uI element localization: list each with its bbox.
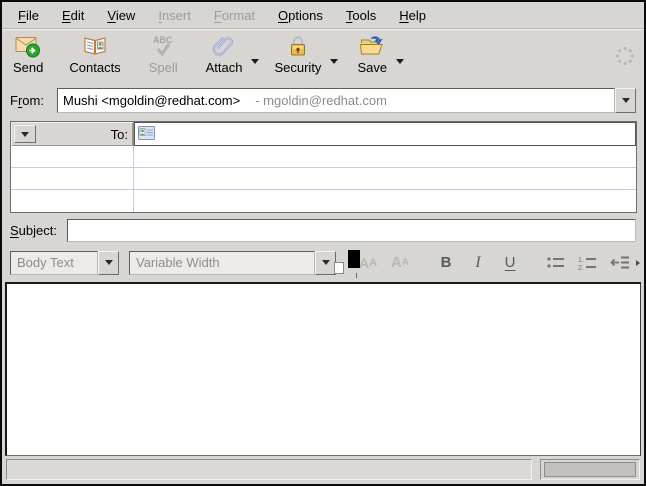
from-row: From: Mushi <mgoldin@redhat.com> - mgold…	[2, 81, 644, 119]
to-input[interactable]	[134, 122, 636, 146]
menu-insert: Insert	[152, 4, 197, 27]
security-label: Security	[274, 60, 321, 75]
chevron-down-icon	[622, 98, 630, 107]
svg-text:ABC: ABC	[153, 35, 173, 45]
outdent-button[interactable]	[608, 251, 632, 275]
spell-label: Spell	[149, 60, 178, 75]
contacts-label: Contacts	[69, 60, 120, 75]
security-dropdown-arrow-icon[interactable]	[330, 59, 338, 68]
spellcheck-icon: ABC	[149, 33, 177, 59]
menu-view[interactable]: View	[101, 4, 141, 27]
activity-throbber-icon	[614, 45, 636, 70]
attachment-icon	[210, 33, 238, 59]
bold-button[interactable]: B	[434, 251, 458, 275]
bullet-list-icon	[546, 255, 566, 270]
menu-bar: File Edit View Insert Format Options Too…	[2, 2, 644, 29]
italic-button[interactable]: I	[466, 251, 490, 275]
from-account-value[interactable]: Mushi <mgoldin@redhat.com> - mgoldin@red…	[57, 88, 615, 113]
contact-card-icon	[138, 126, 155, 143]
save-button[interactable]: Save	[350, 32, 394, 76]
format-toolbar: Body Text Variable Width AA AA B I U	[2, 247, 644, 278]
underline-button[interactable]: U	[498, 251, 522, 275]
menu-format: Format	[208, 4, 261, 27]
paragraph-style-value: Body Text	[10, 251, 98, 275]
from-account-combo[interactable]: Mushi <mgoldin@redhat.com> - mgoldin@red…	[57, 88, 636, 113]
menu-edit[interactable]: Edit	[56, 4, 90, 27]
svg-text:2.: 2.	[578, 265, 584, 271]
contacts-icon	[81, 33, 109, 59]
svg-text:1.: 1.	[578, 257, 584, 264]
from-label: From:	[10, 93, 57, 108]
from-combo-arrow-button[interactable]	[615, 88, 636, 113]
subject-input[interactable]	[67, 219, 636, 242]
send-button[interactable]: Send	[6, 32, 50, 76]
recipient-empty-row[interactable]	[11, 168, 636, 190]
numbered-list-button[interactable]: 1. 2.	[576, 251, 600, 275]
chevron-down-icon	[105, 260, 113, 269]
font-name-arrow-button[interactable]	[315, 251, 336, 275]
status-progress-fill	[544, 462, 636, 477]
color-caret	[356, 273, 357, 278]
bullet-list-button[interactable]	[544, 251, 568, 275]
menu-file[interactable]: File	[12, 4, 45, 27]
menu-tools[interactable]: Tools	[340, 4, 382, 27]
main-toolbar: Send Contacts	[2, 29, 644, 81]
spell-button: ABC Spell	[142, 32, 185, 76]
menu-options[interactable]: Options	[272, 4, 329, 27]
outdent-icon	[610, 255, 630, 270]
recipient-type-cell: To:	[11, 122, 134, 146]
security-button[interactable]: Security	[267, 32, 328, 76]
recipient-empty-row[interactable]	[11, 190, 636, 212]
paragraph-style-combo[interactable]: Body Text	[10, 251, 119, 275]
recipient-type-button[interactable]	[14, 125, 36, 143]
toolbar-overflow-arrow-icon[interactable]	[636, 260, 643, 266]
chevron-down-icon	[21, 132, 29, 141]
status-progress-pane	[540, 459, 640, 480]
menu-help[interactable]: Help	[393, 4, 432, 27]
contacts-button[interactable]: Contacts	[62, 32, 127, 76]
save-label: Save	[357, 60, 387, 75]
save-icon	[358, 33, 386, 59]
composer-window: File Edit View Insert Format Options Too…	[0, 0, 646, 486]
recipient-header-row: To:	[11, 122, 636, 146]
recipient-empty-row[interactable]	[11, 146, 636, 168]
attach-label: Attach	[206, 60, 243, 75]
chevron-down-icon	[322, 260, 330, 269]
subject-label: Subject:	[10, 223, 67, 238]
send-icon	[14, 33, 42, 59]
send-label: Send	[13, 60, 43, 75]
status-message-pane	[6, 459, 532, 480]
to-label: To:	[111, 127, 128, 142]
attach-dropdown-arrow-icon[interactable]	[251, 59, 259, 68]
from-account-hint: - mgoldin@redhat.com	[255, 93, 387, 108]
subject-row: Subject:	[2, 213, 644, 247]
font-name-combo[interactable]: Variable Width	[129, 251, 336, 275]
background-color-swatch	[334, 262, 344, 274]
font-name-value: Variable Width	[129, 251, 315, 275]
status-bar	[6, 459, 640, 480]
paragraph-style-arrow-button[interactable]	[98, 251, 119, 275]
recipients-table: To:	[10, 121, 637, 213]
message-body-editor[interactable]	[5, 282, 641, 456]
save-dropdown-arrow-icon[interactable]	[396, 59, 404, 68]
grow-font-button: AA	[388, 251, 412, 275]
numbered-list-icon: 1. 2.	[578, 255, 598, 271]
lock-icon	[284, 33, 312, 59]
from-account-text: Mushi <mgoldin@redhat.com>	[63, 93, 240, 108]
attach-button[interactable]: Attach	[199, 32, 250, 76]
text-color-swatch	[348, 250, 360, 268]
